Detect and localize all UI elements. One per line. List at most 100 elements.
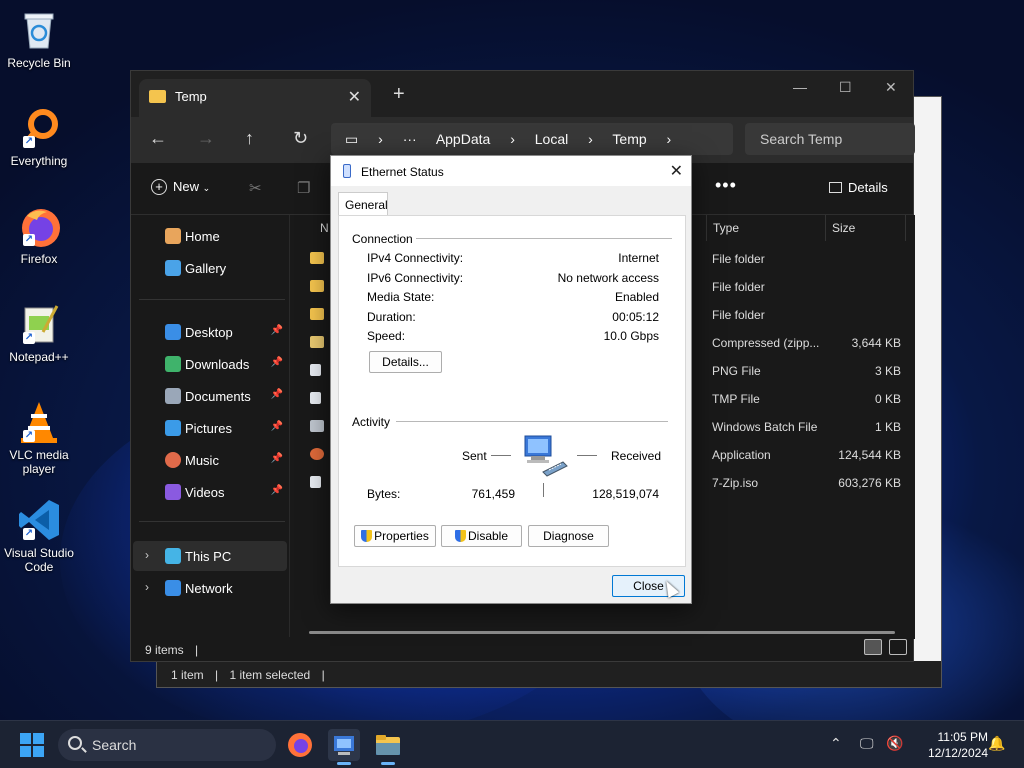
system-clock[interactable]: 11:05 PM 12/12/2024	[908, 729, 988, 761]
plus-circle-icon: +	[151, 179, 167, 195]
taskbar-search[interactable]: Search	[58, 729, 276, 761]
music-icon	[165, 452, 181, 468]
file-type[interactable]: Compressed (zipp...	[712, 336, 819, 350]
group-divider	[396, 421, 668, 422]
desktop-icon-notepad-plus-plus[interactable]: ↗ Notepad++	[4, 302, 74, 364]
close-icon[interactable]: ✕	[670, 161, 683, 181]
tab-temp[interactable]: Temp ✕	[139, 79, 371, 117]
network-icon	[165, 580, 181, 596]
show-hidden-icons-chevron-icon[interactable]: ⌃	[830, 735, 842, 752]
breadcrumb-local[interactable]: Local	[535, 131, 568, 147]
speed-value: 10.0 Gbps	[603, 329, 659, 343]
sidebar-item-videos[interactable]: Videos 📌	[133, 477, 287, 507]
computer-icon	[165, 548, 181, 564]
details-view-icon[interactable]	[863, 639, 882, 655]
up-arrow-icon[interactable]: ↑	[245, 128, 254, 149]
ipv6-label: IPv6 Connectivity:	[367, 271, 464, 285]
details-button[interactable]: Details...	[369, 351, 442, 373]
properties-button[interactable]: Properties	[354, 525, 436, 547]
desktop-icon-label: Recycle Bin	[7, 56, 71, 70]
network-computers-icon	[523, 434, 568, 478]
more-options-icon[interactable]: •••	[715, 175, 737, 196]
tiles-view-icon[interactable]	[889, 639, 907, 655]
file-type[interactable]: TMP File	[712, 392, 760, 406]
desktop-icon-vlc[interactable]: ↗ VLC media player	[4, 400, 74, 476]
file-type[interactable]: File folder	[712, 308, 765, 322]
details-pane-button[interactable]: Details	[829, 180, 888, 195]
taskbar-firefox[interactable]	[284, 729, 316, 761]
network-tray-icon[interactable]: 🖵	[860, 735, 874, 752]
speed-label: Speed:	[367, 329, 406, 343]
file-type[interactable]: Windows Batch File	[712, 420, 817, 434]
desktop-icon	[165, 324, 181, 340]
duration-value: 00:05:12	[612, 310, 659, 324]
sidebar-item-this-pc[interactable]: › This PC	[133, 541, 287, 571]
tab-close-icon[interactable]: ✕	[348, 87, 361, 107]
diagnose-button[interactable]: Diagnose	[528, 525, 609, 547]
column-header-size[interactable]: Size	[826, 215, 906, 241]
new-tab-button[interactable]: +	[393, 83, 405, 106]
file-type[interactable]: PNG File	[712, 364, 761, 378]
sidebar-item-home[interactable]: Home	[133, 221, 287, 251]
minimize-button[interactable]: —	[793, 79, 807, 95]
desktop-icon-label: Firefox	[20, 252, 58, 266]
desktop-icon-label: VLC media player	[9, 448, 69, 476]
desktop-icon-recycle-bin[interactable]: Recycle Bin	[4, 8, 74, 70]
sidebar-item-desktop[interactable]: Desktop 📌	[133, 317, 287, 347]
taskbar-search-label: Search	[92, 737, 137, 753]
desktop-icon-firefox[interactable]: ↗ Firefox	[4, 204, 74, 266]
tab-title: Temp	[175, 89, 207, 104]
cut-icon[interactable]: ✂	[249, 179, 262, 197]
general-panel: Connection IPv4 Connectivity: Internet I…	[338, 215, 686, 567]
forward-arrow-icon[interactable]: →	[197, 128, 215, 149]
new-button[interactable]: + New ⌄	[151, 179, 210, 195]
sidebar-item-gallery[interactable]: Gallery	[133, 253, 287, 283]
sidebar-item-pictures[interactable]: Pictures 📌	[133, 413, 287, 443]
divider	[139, 299, 285, 300]
copy-icon[interactable]: ❐	[297, 179, 310, 197]
disable-button[interactable]: Disable	[441, 525, 522, 547]
search-input[interactable]: Search Temp	[745, 123, 915, 155]
ethernet-status-dialog[interactable]: Ethernet Status ✕ General Connection IPv…	[330, 155, 692, 604]
breadcrumb-overflow-icon[interactable]: ···	[403, 131, 417, 147]
taskbar-network-connections[interactable]	[328, 729, 360, 765]
desktop-icon-everything[interactable]: ↗ Everything	[4, 106, 74, 168]
pin-icon: 📌	[270, 485, 283, 496]
desktop-icon-label: Visual Studio Code	[4, 546, 74, 574]
horizontal-scrollbar[interactable]	[309, 631, 895, 634]
breadcrumb-temp[interactable]: Temp	[612, 131, 646, 147]
sidebar-item-network[interactable]: › Network	[133, 573, 287, 603]
file-type[interactable]: 7-Zip.iso	[712, 476, 758, 490]
file-size: 0 KB	[874, 392, 901, 406]
pictures-icon	[165, 420, 181, 436]
file-type[interactable]: File folder	[712, 280, 765, 294]
address-bar[interactable]: ▭ › ··· AppData › Local › Temp ›	[331, 123, 733, 155]
close-window-button[interactable]: ✕	[885, 79, 897, 96]
breadcrumb-separator-icon: ›	[588, 131, 593, 147]
start-button[interactable]	[20, 733, 44, 757]
chevron-right-icon[interactable]: ›	[145, 580, 149, 594]
details-pane-icon	[829, 182, 842, 193]
notification-bell-icon[interactable]: 🔔	[988, 735, 1005, 752]
sidebar-item-music[interactable]: Music 📌	[133, 445, 287, 475]
sidebar-item-label: Pictures	[185, 421, 232, 436]
back-arrow-icon[interactable]: ←	[149, 128, 167, 149]
tab-general[interactable]: General	[338, 192, 388, 216]
breadcrumb-appdata[interactable]: AppData	[436, 131, 490, 147]
active-indicator	[337, 762, 351, 765]
chevron-right-icon[interactable]: ›	[145, 548, 149, 562]
maximize-button[interactable]: ☐	[839, 79, 852, 96]
sidebar-item-downloads[interactable]: Downloads 📌	[133, 349, 287, 379]
vscode-icon: ↗	[17, 498, 61, 542]
refresh-icon[interactable]: ↻	[293, 128, 308, 149]
file-type[interactable]: File folder	[712, 252, 765, 266]
background-status-bar: 1 item | 1 item selected |	[157, 661, 941, 687]
sidebar-item-documents[interactable]: Documents 📌	[133, 381, 287, 411]
taskbar-file-explorer[interactable]	[372, 729, 404, 765]
volume-muted-icon[interactable]: 🔇	[886, 735, 903, 752]
pin-icon: 📌	[270, 389, 283, 400]
sidebar-item-label: Documents	[185, 389, 251, 404]
file-type[interactable]: Application	[712, 448, 771, 462]
desktop-icon-vscode[interactable]: ↗ Visual Studio Code	[4, 498, 74, 574]
column-header-type[interactable]: Type	[706, 215, 826, 241]
